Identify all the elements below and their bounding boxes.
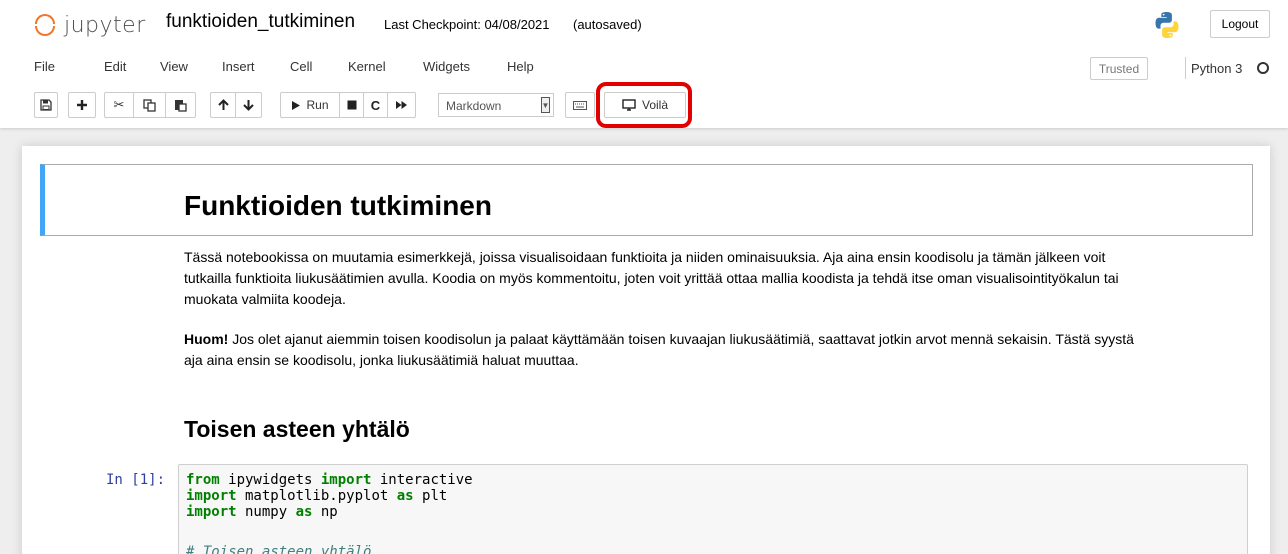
save-button[interactable] <box>34 92 58 118</box>
note-line-1: Jos olet ajanut aiemmin toisen koodisolu… <box>228 331 1134 347</box>
move-down-button[interactable] <box>236 92 262 118</box>
input-prompt: In [1]: <box>106 472 166 488</box>
chevron-down-icon: ▼ <box>541 97 550 113</box>
arrow-down-icon <box>243 100 254 111</box>
plus-icon <box>77 100 87 110</box>
keyboard-icon <box>573 100 587 110</box>
copy-icon <box>143 98 156 112</box>
menu-cell[interactable]: Cell <box>290 59 312 74</box>
copy-button[interactable] <box>134 92 166 118</box>
fast-forward-icon <box>396 101 407 109</box>
code-line-1: from ipywidgets import interactive <box>186 472 473 488</box>
last-checkpoint: Last Checkpoint: 04/08/2021 <box>384 17 550 32</box>
kernel-idle-icon <box>1257 62 1269 74</box>
paste-button[interactable] <box>166 92 196 118</box>
cell-type-value: Markdown <box>446 99 502 113</box>
jupyter-logo-icon <box>34 13 56 37</box>
menu-widgets[interactable]: Widgets <box>423 59 470 74</box>
stop-icon <box>347 100 356 110</box>
notebook-heading: Funktioiden tutkiminen <box>184 190 492 221</box>
cell-type-select[interactable]: Markdown ▼ <box>438 93 554 117</box>
jupyter-logo[interactable]: jupyter <box>34 10 146 40</box>
intro-line-1: Tässä notebookissa on muutamia esimerkke… <box>184 249 1106 265</box>
menu-insert[interactable]: Insert <box>222 59 255 74</box>
code-cell-editor[interactable]: from ipywidgets import interactive impor… <box>178 464 1248 554</box>
note-bold: Huom! <box>184 331 229 347</box>
autosave-status: (autosaved) <box>573 17 642 32</box>
run-label: Run <box>306 98 329 112</box>
section-heading: Toisen asteen yhtälö <box>184 416 410 442</box>
cut-icon: ✂ <box>113 97 125 112</box>
jupyter-logo-text: jupyter <box>64 12 146 38</box>
menu-edit[interactable]: Edit <box>104 59 126 74</box>
save-icon <box>40 99 52 111</box>
interrupt-button[interactable] <box>340 92 364 118</box>
kernel-separator <box>1185 57 1186 79</box>
kernel-name[interactable]: Python 3 <box>1191 61 1242 76</box>
arrow-up-icon <box>217 99 229 110</box>
menu-kernel[interactable]: Kernel <box>348 59 386 74</box>
logout-button[interactable]: Logout <box>1210 10 1270 38</box>
notebook-container: Funktioiden tutkiminen Tässä notebookiss… <box>22 146 1270 554</box>
menu-help[interactable]: Help <box>507 59 534 74</box>
restart-icon: C <box>370 97 381 113</box>
python-logo-icon <box>1155 12 1179 38</box>
command-palette-button[interactable] <box>565 92 595 118</box>
insert-cell-button[interactable] <box>68 92 96 118</box>
notebook-name[interactable]: funktioiden_tutkiminen <box>166 11 355 33</box>
code-line-5: # Toisen asteen yhtälö <box>186 544 372 554</box>
restart-run-all-button[interactable] <box>388 92 416 118</box>
intro-line-2: tutkailla funktioita liukusäätimien avul… <box>184 270 1119 286</box>
move-up-button[interactable] <box>210 92 236 118</box>
restart-button[interactable]: C <box>364 92 388 118</box>
run-button[interactable]: Run <box>280 92 340 118</box>
play-icon <box>292 100 301 110</box>
paste-icon <box>175 99 187 112</box>
note-line-2: aja aina ensin se koodisolu, jonka liuku… <box>184 352 579 368</box>
note-paragraph: Huom! Jos olet ajanut aiemmin toisen koo… <box>184 329 1244 371</box>
code-line-3: import numpy as np <box>186 504 338 520</box>
intro-line-3: muokata valmiita koodeja. <box>184 291 346 307</box>
voila-highlight-box <box>596 82 692 128</box>
trusted-indicator[interactable]: Trusted <box>1090 57 1148 80</box>
menu-view[interactable]: View <box>160 59 188 74</box>
cut-button[interactable]: ✂ <box>104 92 134 118</box>
code-line-2: import matplotlib.pyplot as plt <box>186 488 448 504</box>
menu-file[interactable]: File <box>34 59 55 74</box>
intro-paragraph: Tässä notebookissa on muutamia esimerkke… <box>184 247 1244 310</box>
